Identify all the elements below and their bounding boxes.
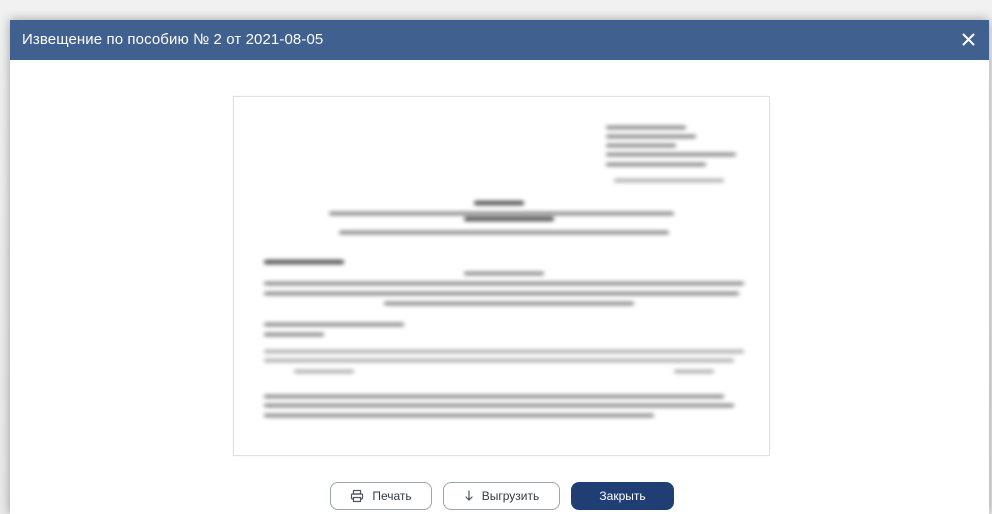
- print-button-label: Печать: [372, 489, 412, 503]
- blurred-document-content: [234, 97, 769, 455]
- close-button[interactable]: Закрыть: [571, 482, 674, 510]
- close-icon[interactable]: [957, 28, 979, 50]
- download-button-label: Выгрузить: [481, 489, 540, 503]
- arrow-down-icon: [464, 490, 474, 502]
- download-button[interactable]: Выгрузить: [443, 482, 560, 510]
- dialog-titlebar: Извещение по пособию № 2 от 2021-08-05: [10, 20, 989, 60]
- dialog-title: Извещение по пособию № 2 от 2021-08-05: [22, 31, 324, 48]
- notice-dialog: Извещение по пособию № 2 от 2021-08-05 П…: [10, 20, 989, 514]
- close-button-label: Закрыть: [599, 489, 646, 503]
- document-preview: [233, 96, 770, 456]
- print-button[interactable]: Печать: [330, 482, 432, 510]
- printer-icon: [350, 489, 364, 503]
